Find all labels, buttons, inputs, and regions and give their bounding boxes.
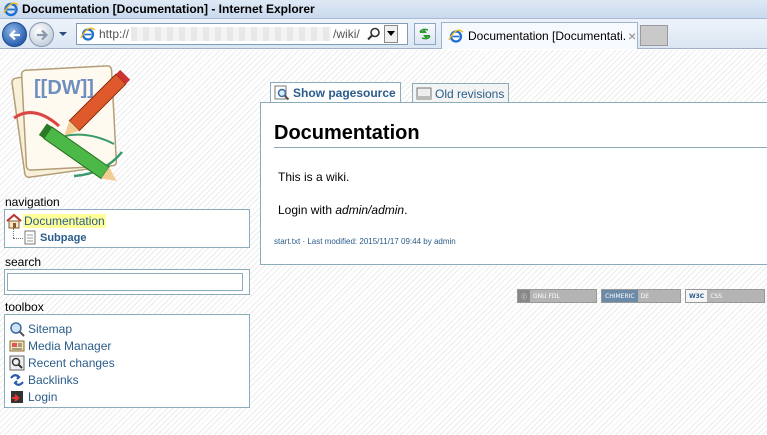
login-prefix: Login with bbox=[278, 203, 336, 217]
dokuwiki-logo[interactable]: [[DW]] bbox=[4, 56, 142, 190]
address-suffix: /wiki/ bbox=[333, 27, 360, 41]
tree-connector bbox=[13, 228, 14, 238]
address-dropdown-button[interactable] bbox=[383, 25, 398, 43]
new-tab-button[interactable] bbox=[640, 25, 668, 46]
revisions-icon bbox=[416, 87, 432, 99]
badge-right: CSS bbox=[707, 290, 764, 302]
toolbox-title: toolbox bbox=[5, 300, 44, 314]
license-badge[interactable]: ⓒ GNU FDL bbox=[517, 289, 597, 303]
navigation-title: navigation bbox=[5, 195, 60, 209]
tab-ie-icon bbox=[448, 29, 464, 43]
page-meta-info: start.txt · Last modified: 2015/11/17 09… bbox=[274, 237, 456, 246]
tab-close-icon[interactable]: × bbox=[628, 28, 636, 44]
search-box bbox=[4, 269, 250, 295]
navigation-box: Documentation Subpage bbox=[4, 209, 250, 248]
home-icon bbox=[6, 213, 22, 229]
tool-label: Backlinks bbox=[28, 372, 79, 387]
w3c-css-badge[interactable]: W3C CSS bbox=[685, 289, 765, 303]
search-icon[interactable] bbox=[366, 26, 382, 42]
login-paragraph: Login with admin/admin. bbox=[278, 203, 407, 217]
magnifier-page-icon bbox=[274, 85, 290, 101]
browser-tab-active[interactable]: Documentation [Documentati... × bbox=[441, 22, 638, 49]
login-suffix: . bbox=[404, 203, 408, 217]
tool-sitemap[interactable]: Sitemap bbox=[5, 320, 249, 337]
back-button[interactable] bbox=[2, 22, 27, 47]
search-input[interactable] bbox=[7, 273, 243, 291]
badge-right: GNU FDL bbox=[530, 290, 596, 302]
media-manager-icon bbox=[9, 340, 25, 351]
page-viewport: [[DW]] navigation Documentation Subpage … bbox=[0, 50, 767, 435]
badge-left: CHIMERIC bbox=[602, 290, 638, 302]
refresh-button[interactable] bbox=[414, 23, 436, 45]
page-icon bbox=[24, 230, 36, 245]
chevron-down-icon bbox=[386, 31, 395, 36]
address-bar[interactable]: http:// /wiki/ bbox=[76, 23, 408, 45]
tool-backlinks[interactable]: Backlinks bbox=[5, 371, 249, 388]
page-content: Documentation This is a wiki. Login with… bbox=[260, 102, 767, 265]
tool-recent-changes[interactable]: Recent changes bbox=[5, 354, 249, 371]
paragraph: This is a wiki. bbox=[278, 170, 350, 184]
badge-left: ⓒ bbox=[518, 290, 531, 302]
heading-divider bbox=[274, 147, 767, 148]
back-arrow-icon bbox=[8, 29, 20, 40]
toolbox-box: Sitemap Media Manager Recent changes Bac… bbox=[4, 314, 250, 408]
recent-changes-icon bbox=[9, 355, 25, 370]
nav-item-subpage[interactable]: Subpage bbox=[23, 230, 86, 246]
nav-item-label: Documentation bbox=[23, 214, 106, 228]
tool-login[interactable]: Login bbox=[5, 388, 249, 405]
nav-item-label: Subpage bbox=[40, 232, 87, 244]
tool-label: Media Manager bbox=[28, 338, 112, 353]
address-prefix: http:// bbox=[99, 27, 130, 41]
address-redacted bbox=[131, 27, 332, 41]
tab-label: Documentation [Documentati... bbox=[468, 29, 626, 43]
tab-label: Old revisions bbox=[435, 86, 505, 101]
login-icon bbox=[11, 390, 23, 403]
sitemap-icon bbox=[10, 321, 25, 337]
forward-arrow-icon bbox=[36, 29, 48, 40]
badge-left: W3C bbox=[686, 290, 708, 302]
tab-old-revisions[interactable]: Old revisions bbox=[412, 83, 510, 103]
tool-media-manager[interactable]: Media Manager bbox=[5, 337, 249, 354]
window-title-bar: Documentation [Documentation] - Internet… bbox=[0, 0, 767, 19]
backlinks-icon bbox=[10, 373, 24, 386]
tab-label: Show pagesource bbox=[293, 86, 396, 100]
tree-connector bbox=[13, 238, 23, 239]
recent-pages-dropdown-icon[interactable] bbox=[58, 29, 68, 39]
tab-show-pagesource[interactable]: Show pagesource bbox=[270, 82, 401, 103]
search-title: search bbox=[5, 255, 42, 269]
internet-explorer-icon bbox=[3, 2, 19, 17]
login-credentials: admin/admin bbox=[335, 203, 405, 217]
browser-navigation-bar: http:// /wiki/ Documentation [Documentat… bbox=[0, 19, 767, 49]
nav-item-documentation[interactable]: Documentation bbox=[5, 213, 106, 229]
badge-right: DE bbox=[637, 290, 680, 302]
tool-label: Sitemap bbox=[28, 321, 73, 336]
donate-badge[interactable]: CHIMERIC DE bbox=[601, 289, 681, 303]
forward-button[interactable] bbox=[29, 22, 54, 47]
window-title: Documentation [Documentation] - Internet… bbox=[22, 2, 315, 16]
refresh-icon bbox=[419, 28, 431, 40]
page-heading: Documentation bbox=[274, 122, 420, 144]
tool-label: Login bbox=[28, 389, 58, 404]
logo-text: [[DW]] bbox=[34, 77, 94, 99]
tool-label: Recent changes bbox=[28, 355, 115, 370]
page-ie-icon bbox=[80, 27, 96, 41]
